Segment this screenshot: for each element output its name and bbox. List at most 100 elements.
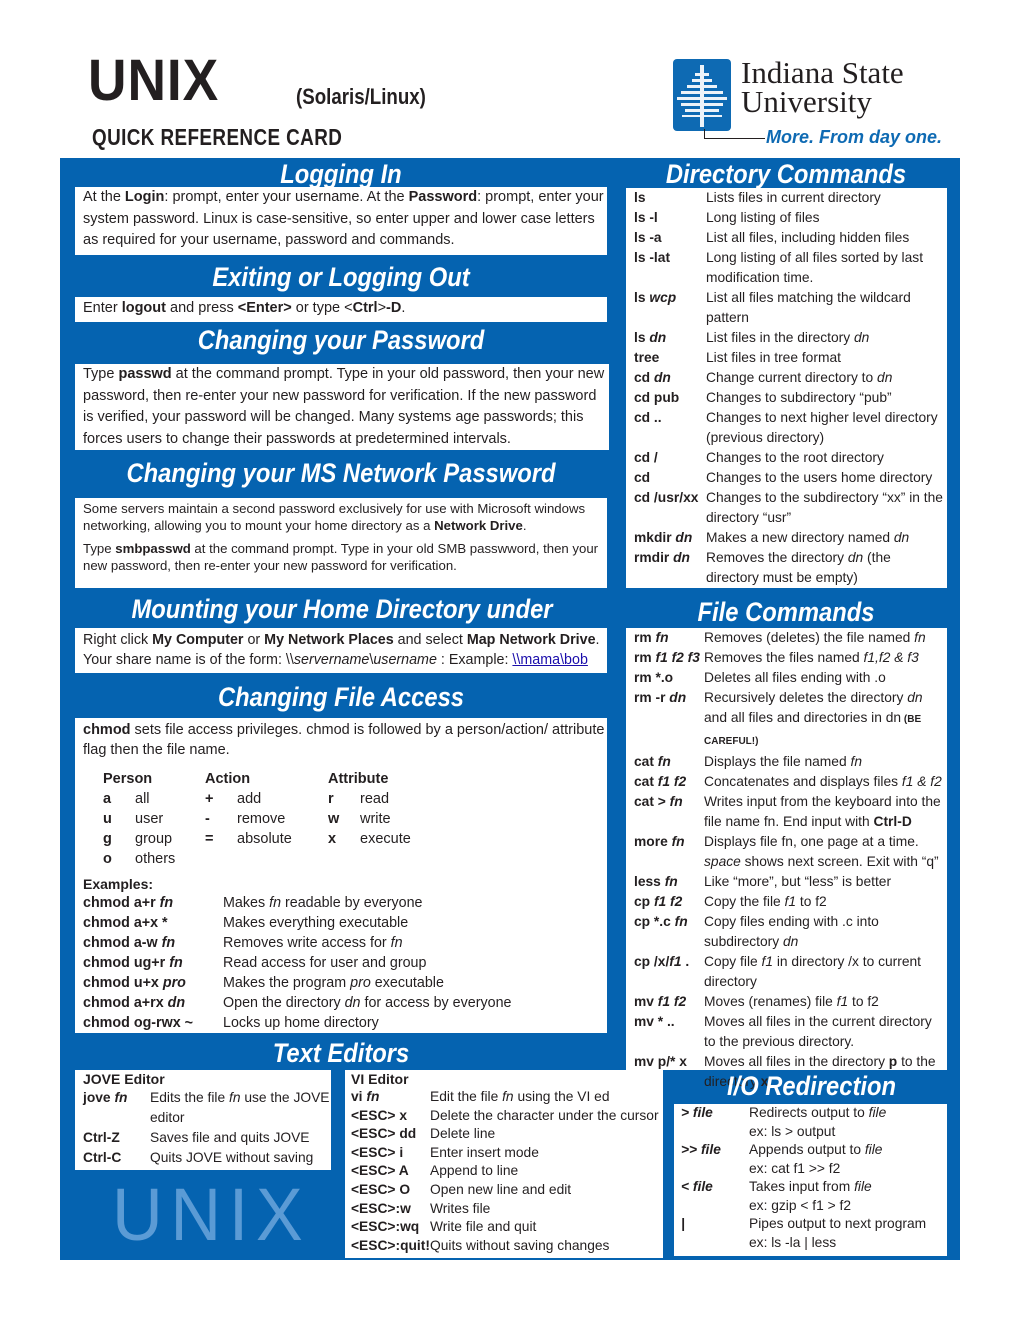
share-example-link[interactable]: \\mama\bob	[512, 652, 588, 668]
file-command-list: rm fn Removes (deletes) the file named fn…	[634, 628, 947, 1092]
io-description-emphasis: file	[854, 1179, 872, 1194]
file-command-description: Removes the files named f1,f2 & f3	[704, 650, 919, 665]
file-commands-panel: rm fn Removes (deletes) the file named fn…	[626, 628, 947, 1089]
directory-command-description-emphasis: dn	[877, 370, 893, 385]
file-command-row: less fn Like “more”, but “less” is better	[634, 872, 947, 892]
chmod-example-argument: dn	[167, 995, 186, 1011]
chmod-example-command: chmod a+rx dn	[83, 995, 186, 1011]
file-command-description: Moves (renames) file f1 to f2	[704, 994, 879, 1009]
chmod-example-row: chmod ug+r fn Read access for user and gr…	[83, 953, 607, 973]
file-command-description-emphasis: fn	[914, 630, 926, 645]
file-command-description-bold: p	[888, 1054, 898, 1069]
directory-command-row: ls -a List all files, including hidden fi…	[634, 228, 947, 248]
file-command-row: rm f1 f2 f3 Removes the files named f1,f2…	[634, 648, 947, 668]
jove-command-command: Ctrl-Z	[83, 1130, 120, 1145]
io-description-line: Takes input from file	[749, 1179, 872, 1194]
file-command-argument: dn	[669, 690, 687, 705]
card-label: QUICK REFERENCE CARD	[92, 124, 343, 150]
heading-directory-commands: Directory Commands	[665, 159, 907, 189]
directory-command-row: mkdir dn Makes a new directory named dn	[634, 528, 947, 548]
directory-command-description: Removes the directory dn (the directory …	[706, 550, 891, 585]
chmod-example-description-emphasis: fn	[390, 935, 403, 951]
file-command-command: more fn	[634, 834, 685, 849]
file-command-argument: fn	[669, 794, 683, 809]
directory-command-row: cd / Changes to the root directory	[634, 448, 947, 468]
chmod-example-row: chmod u+x pro Makes the program pro execu…	[83, 973, 607, 993]
warning-text: (BE CAREFUL!)	[704, 714, 922, 747]
permission-flag: a	[103, 791, 112, 807]
io-description: Redirects output to file ex: ls > output	[749, 1104, 947, 1141]
directory-command-argument: dn	[653, 370, 671, 385]
chmod-example-description: Removes write access for fn	[223, 935, 403, 951]
vi-command-description: Write file and quit	[430, 1219, 537, 1235]
directory-command-row: cd /usr/xx Changes to the subdirectory “x…	[634, 488, 947, 528]
io-description-line: Redirects output to file	[749, 1105, 887, 1120]
file-command-argument: f1 f2	[657, 994, 687, 1009]
directory-command-description-emphasis: dn	[847, 550, 864, 565]
vi-command-row: <ESC> A Append to line	[351, 1162, 663, 1181]
io-redirection-panel: > file Redirects output to file ex: ls > o…	[674, 1104, 947, 1256]
ms-password-panel: Some servers maintain a second password …	[75, 498, 607, 588]
file-command-description-emphasis: f1,f2 & f3	[863, 650, 919, 665]
chmod-example-command: chmod a+x *	[83, 915, 168, 931]
file-command-command: cp *.c fn	[634, 914, 688, 929]
vi-command-description: Delete the character under the cursor	[430, 1107, 659, 1123]
vi-command-description: Quits without saving changes	[430, 1237, 610, 1253]
file-command-description-emphasis: dn	[907, 690, 923, 705]
io-operator: > file	[681, 1105, 713, 1120]
file-command-row: cat > fn Writes input from the keyboard i…	[634, 792, 947, 832]
university-name-line1: Indiana State	[741, 55, 904, 90]
permission-meaning: user	[135, 811, 164, 827]
permission-flag: r	[328, 791, 334, 807]
file-command-row: cat f1 f2 Concatenates and displays files…	[634, 772, 947, 792]
directory-command-command: ls -a	[634, 230, 662, 245]
vi-command-command: <ESC>:quit!	[351, 1237, 430, 1253]
directory-command-description-emphasis: dn	[854, 330, 870, 345]
directory-command-description: List all files matching the wildcard pat…	[706, 290, 911, 325]
directory-command-description-emphasis: dn	[893, 530, 910, 545]
permission-flag: x	[328, 831, 337, 847]
file-command-description: Displays file fn, one page at a time. sp…	[704, 834, 939, 869]
permission-flag: g	[103, 831, 112, 847]
directory-command-row: ls dn List files in the directory dn	[634, 328, 947, 348]
file-command-argument: f1 f2	[657, 774, 687, 789]
io-description: Takes input from file ex: gzip < f1 > f2	[749, 1178, 947, 1215]
chmod-example-argument: fn	[169, 955, 183, 971]
file-command-description: Recursively deletes the directory dn and…	[704, 690, 923, 747]
permission-column-header: Action	[205, 771, 251, 787]
permission-flag: w	[328, 811, 340, 827]
file-command-row: rm -r dn Recursively deletes the director…	[634, 688, 947, 752]
card-title: UNIX	[88, 48, 220, 113]
heading-io-redirection: I/O Redirection	[726, 1071, 896, 1101]
file-command-description: Displays the file named fn	[704, 754, 862, 769]
directory-command-description: Changes to subdirectory “pub”	[706, 390, 892, 405]
vi-command-row: <ESC>:w Writes file	[351, 1200, 663, 1219]
io-redirection-list: > file Redirects output to file ex: ls > o…	[681, 1104, 947, 1252]
file-command-command: rm -r dn	[634, 690, 687, 705]
directory-commands-panel: ls Lists files in current directory ls -l L…	[626, 188, 947, 588]
permission-flag: -	[205, 811, 210, 827]
heading-logging-in: Logging In	[280, 159, 402, 189]
file-command-description: Moves all files in the current directory…	[704, 1014, 932, 1049]
directory-command-description: List all files, including hidden files	[706, 230, 910, 245]
directory-command-command: cd pub	[634, 390, 680, 405]
vi-command-argument: fn	[366, 1089, 380, 1104]
directory-command-description: Changes to the subdirectory “xx” in the …	[706, 490, 943, 525]
heading-file-access: Changing File Access	[217, 682, 465, 712]
file-command-row: cp f1 f2 Copy the file f1 to f2	[634, 892, 947, 912]
permission-flag: u	[103, 811, 112, 827]
directory-command-command: mkdir dn	[634, 530, 693, 545]
io-description-line: Appends output to file	[749, 1142, 883, 1157]
directory-command-command: ls wcp	[634, 290, 677, 305]
file-command-command: rm *.o	[634, 670, 674, 685]
vi-command-command: <ESC> dd	[351, 1126, 417, 1142]
card-subtitle: (Solaris/Linux)	[296, 84, 426, 109]
vi-command-description: Writes file	[430, 1200, 491, 1216]
jove-command-argument: fn	[114, 1090, 128, 1105]
chmod-example-description: Makes fn readable by everyone	[223, 895, 423, 911]
jove-command-description: Saves file and quits JOVE	[150, 1130, 310, 1145]
logging-in-panel: At the Login: prompt, enter your usernam…	[75, 187, 607, 255]
directory-command-command: cd /	[634, 450, 658, 465]
io-example: ex: cat f1 >> f2	[749, 1160, 841, 1176]
directory-command-description: Change current directory to dn	[706, 370, 893, 385]
